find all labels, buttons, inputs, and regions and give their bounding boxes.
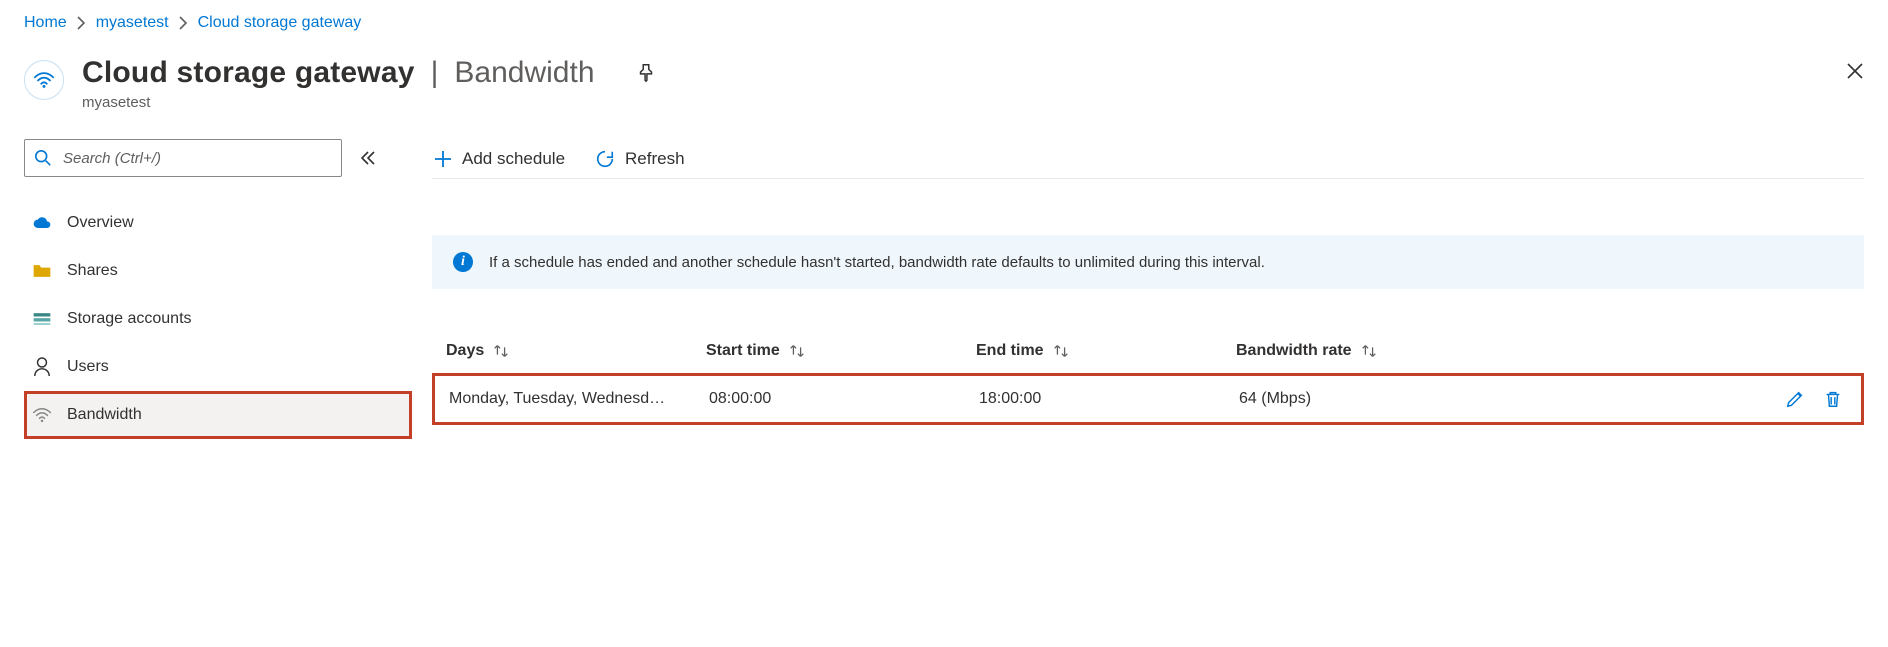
cell-bandwidth-rate: 64 (Mbps) [1239, 390, 1747, 408]
info-banner-text: If a schedule has ended and another sche… [489, 254, 1265, 271]
column-header-label: End time [976, 342, 1044, 360]
column-header-label: Days [446, 342, 484, 360]
sidebar-item-label: Shares [67, 262, 118, 280]
sidebar-item-users[interactable]: Users [24, 343, 412, 391]
toolbar-label: Refresh [625, 149, 685, 169]
column-header-label: Bandwidth rate [1236, 342, 1352, 360]
column-header-label: Start time [706, 342, 780, 360]
info-icon: i [453, 252, 473, 272]
trash-icon [1823, 389, 1843, 409]
add-schedule-button[interactable]: Add schedule [432, 145, 567, 173]
sidebar: Overview Shares Storage accounts Users [24, 139, 412, 439]
pencil-icon [1785, 389, 1805, 409]
edit-row-button[interactable] [1781, 385, 1809, 413]
cloud-icon [31, 216, 53, 230]
refresh-button[interactable]: Refresh [593, 145, 687, 173]
wifi-icon [31, 406, 53, 424]
sidebar-item-label: Users [67, 358, 109, 376]
sidebar-item-label: Bandwidth [67, 406, 142, 424]
breadcrumb-link-home[interactable]: Home [24, 14, 67, 32]
table-row[interactable]: Monday, Tuesday, Wednesd… 08:00:00 18:00… [432, 373, 1864, 425]
resource-subtitle: myasetest [82, 94, 663, 111]
sidebar-item-bandwidth[interactable]: Bandwidth [24, 391, 412, 439]
main-panel: Add schedule Refresh i If a schedule has… [412, 139, 1864, 425]
folder-icon [31, 263, 53, 279]
sort-icon [1052, 343, 1070, 359]
table-header-row: Days Start time End time [432, 329, 1864, 373]
column-header-start-time[interactable]: Start time [706, 342, 976, 360]
pin-button[interactable] [629, 56, 663, 90]
plus-icon [434, 150, 452, 168]
sidebar-item-label: Overview [67, 214, 134, 232]
toolbar: Add schedule Refresh [432, 139, 1864, 179]
cell-end-time: 18:00:00 [979, 390, 1239, 408]
sort-icon [492, 343, 510, 359]
chevron-right-icon [179, 16, 188, 30]
sidebar-item-shares[interactable]: Shares [24, 247, 412, 295]
column-header-end-time[interactable]: End time [976, 342, 1236, 360]
sidebar-item-storage-accounts[interactable]: Storage accounts [24, 295, 412, 343]
collapse-sidebar-button[interactable] [360, 151, 376, 165]
cell-start-time: 08:00:00 [709, 390, 979, 408]
cell-days: Monday, Tuesday, Wednesd… [449, 390, 709, 408]
sidebar-item-overview[interactable]: Overview [24, 199, 412, 247]
breadcrumb-link-resource[interactable]: myasetest [96, 14, 169, 32]
sort-icon [788, 343, 806, 359]
breadcrumb-link-gateway[interactable]: Cloud storage gateway [198, 14, 362, 32]
column-header-bandwidth-rate[interactable]: Bandwidth rate [1236, 342, 1750, 360]
title-separator: | [431, 56, 439, 90]
close-button[interactable] [1846, 62, 1864, 80]
column-header-days[interactable]: Days [446, 342, 706, 360]
sort-icon [1360, 343, 1378, 359]
toolbar-label: Add schedule [462, 149, 565, 169]
storage-icon [31, 311, 53, 327]
page-header: Cloud storage gateway | Bandwidth myaset… [24, 56, 1864, 111]
page-title: Cloud storage gateway [82, 56, 415, 90]
sidebar-nav: Overview Shares Storage accounts Users [24, 199, 412, 439]
chevron-right-icon [77, 16, 86, 30]
person-icon [31, 357, 53, 377]
sidebar-search-input[interactable] [24, 139, 342, 177]
schedule-table: Days Start time End time [432, 329, 1864, 425]
info-banner: i If a schedule has ended and another sc… [432, 235, 1864, 289]
delete-row-button[interactable] [1819, 385, 1847, 413]
breadcrumb: Home myasetest Cloud storage gateway [24, 14, 1864, 32]
refresh-icon [595, 149, 615, 169]
wifi-icon [24, 60, 64, 100]
search-icon [34, 149, 52, 167]
sidebar-item-label: Storage accounts [67, 310, 192, 328]
page-subtitle: Bandwidth [454, 56, 594, 90]
